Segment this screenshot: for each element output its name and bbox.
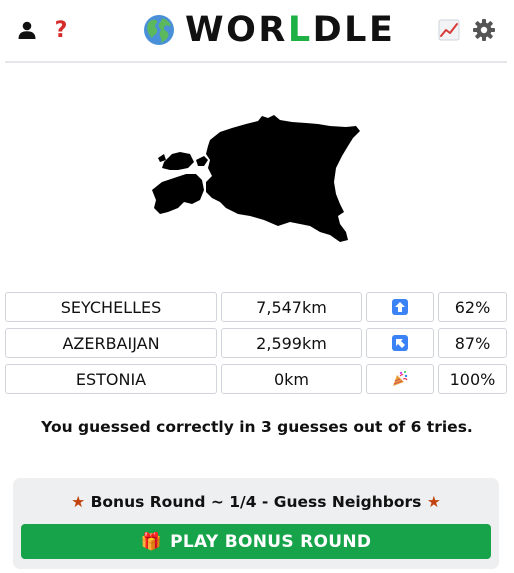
header-divider: [5, 61, 507, 63]
guess-proximity: 87%: [438, 328, 507, 358]
gear-icon: [473, 19, 495, 41]
party-popper-icon: [393, 371, 408, 386]
guess-row: ESTONIA 0km 100%: [5, 364, 507, 394]
stats-button[interactable]: [436, 16, 462, 44]
arrow-up-left-icon: [392, 335, 408, 351]
help-button[interactable]: ?: [48, 16, 74, 44]
guess-country: ESTONIA: [5, 364, 217, 394]
guess-proximity: 62%: [438, 292, 507, 322]
result-message: You guessed correctly in 3 guesses out o…: [41, 418, 473, 436]
chart-icon: [438, 19, 460, 41]
profile-button[interactable]: [14, 16, 40, 44]
country-silhouette: [152, 115, 360, 242]
guess-row: SEYCHELLES 7,547km 62%: [5, 292, 507, 322]
guess-proximity: 100%: [438, 364, 507, 394]
guess-direction: [366, 364, 434, 394]
play-bonus-round-button[interactable]: 🎁 PLAY BONUS ROUND: [21, 524, 491, 559]
star-icon: ★: [426, 493, 441, 511]
user-icon: [18, 21, 36, 39]
app-title: WORLDLE: [143, 6, 395, 54]
guess-distance: 2,599km: [221, 328, 362, 358]
settings-button[interactable]: [471, 16, 497, 44]
play-bonus-round-label: PLAY BONUS ROUND: [170, 531, 372, 552]
bonus-title-text: Bonus Round ~ 1/4 - Guess Neighbors: [90, 493, 422, 511]
guess-row: AZERBAIJAN 2,599km 87%: [5, 328, 507, 358]
question-icon: ?: [54, 17, 68, 43]
guess-distance: 0km: [221, 364, 362, 394]
bonus-panel: ★ Bonus Round ~ 1/4 - Guess Neighbors ★ …: [13, 478, 499, 569]
guess-distance: 7,547km: [221, 292, 362, 322]
gift-icon: 🎁: [140, 531, 163, 552]
header-bar: ? WORLDLE: [0, 0, 514, 62]
arrow-up-icon: [392, 299, 408, 315]
globe-icon: [144, 15, 174, 45]
guess-direction: [366, 292, 434, 322]
wordmark: WORLDLE: [185, 9, 396, 50]
bonus-title: ★ Bonus Round ~ 1/4 - Guess Neighbors ★: [13, 493, 499, 511]
star-icon: ★: [71, 493, 86, 511]
guess-direction: [366, 328, 434, 358]
guess-country: AZERBAIJAN: [5, 328, 217, 358]
guess-country: SEYCHELLES: [5, 292, 217, 322]
